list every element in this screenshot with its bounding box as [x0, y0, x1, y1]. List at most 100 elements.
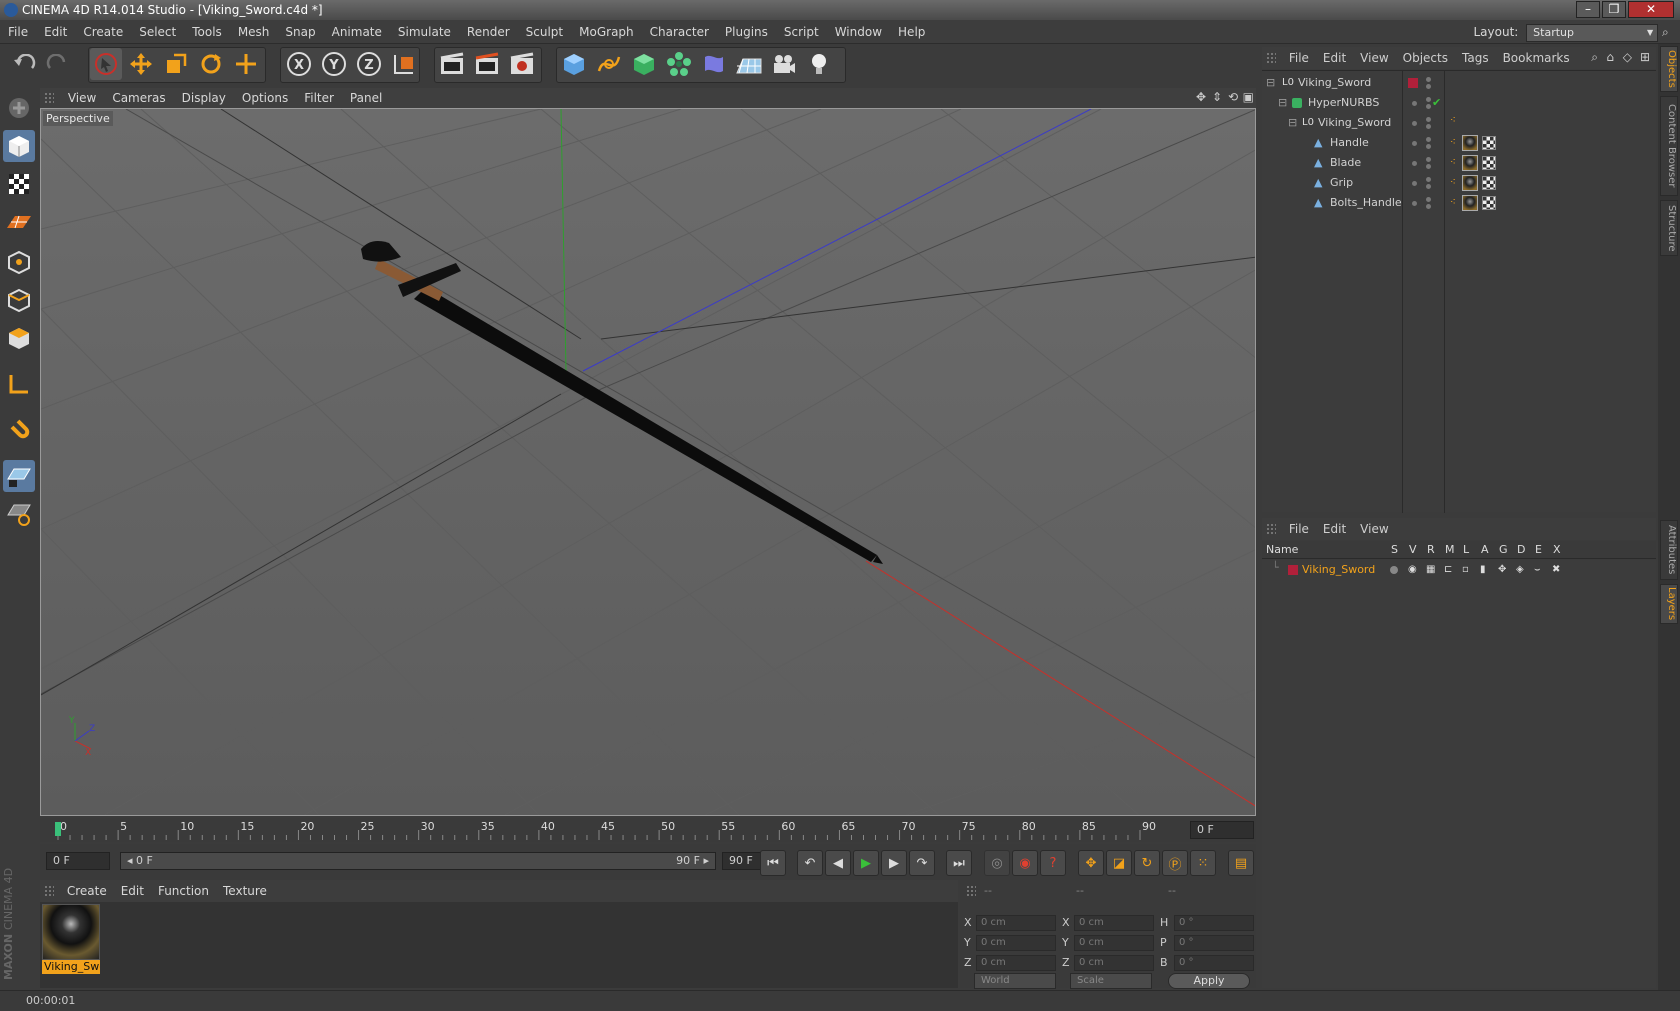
viewport-menu-options[interactable]: Options — [234, 88, 296, 108]
menu-simulate[interactable]: Simulate — [390, 20, 459, 44]
viewport-move-icon[interactable]: ✥ — [1196, 90, 1206, 104]
position-z-field[interactable]: 0 cm — [976, 955, 1056, 971]
column-visible[interactable]: V — [1409, 541, 1417, 559]
objects-menu-edit[interactable]: Edit — [1316, 47, 1353, 69]
uvw-tag-icon[interactable] — [1482, 156, 1496, 170]
layer-color-swatch[interactable] — [1408, 78, 1418, 88]
x-axis-icon[interactable]: X — [283, 48, 315, 80]
z-axis-icon[interactable]: Z — [353, 48, 385, 80]
render-visibility-dot[interactable] — [1426, 144, 1431, 149]
layer-row[interactable]: └ Viking_Sword ◉ ▦ ⊏ ▫ ▮ ✥ ◈ ⌣ ✖ — [1262, 560, 1656, 580]
render-settings-icon[interactable] — [506, 48, 538, 80]
layer-dot[interactable] — [1412, 141, 1417, 146]
generator-icon[interactable]: ✥ — [1498, 560, 1506, 580]
viewport-zoom-icon[interactable]: ⇕ — [1212, 90, 1222, 104]
rotation-p-field[interactable]: 0 ° — [1174, 935, 1254, 951]
material-menu-function[interactable]: Function — [151, 880, 216, 902]
layer-dot[interactable] — [1412, 201, 1417, 206]
menu-animate[interactable]: Animate — [324, 20, 390, 44]
column-xref[interactable]: X — [1553, 541, 1561, 559]
coordinate-space-dropdown[interactable]: World — [974, 973, 1056, 989]
tab-attributes[interactable]: Attributes — [1660, 520, 1678, 580]
collapse-icon[interactable]: ◇ — [1623, 50, 1632, 64]
tab-layers[interactable]: Layers — [1660, 584, 1678, 624]
camera-icon[interactable] — [768, 48, 800, 80]
render-visibility-dot[interactable] — [1426, 84, 1431, 89]
move-icon[interactable] — [125, 48, 157, 80]
home-icon[interactable]: ⌂ — [1606, 50, 1614, 64]
position-y-field[interactable]: 0 cm — [976, 935, 1056, 951]
material-tag-icon[interactable] — [1462, 175, 1478, 191]
column-generators[interactable]: G — [1499, 541, 1508, 559]
menu-help[interactable]: Help — [890, 20, 933, 44]
render-visibility-dot[interactable] — [1426, 164, 1431, 169]
polygons-mode-icon[interactable] — [3, 322, 35, 354]
menu-snap[interactable]: Snap — [277, 20, 323, 44]
collapse-toggle-icon[interactable]: ⊟ — [1288, 113, 1297, 133]
phong-tag-icon[interactable]: ⁖ — [1450, 137, 1460, 149]
column-deformers[interactable]: D — [1517, 541, 1525, 559]
deformer-icon[interactable] — [698, 48, 730, 80]
editor-visibility-dot[interactable] — [1426, 77, 1431, 82]
undo-icon[interactable] — [8, 48, 40, 80]
panel-grip-icon[interactable] — [1266, 523, 1276, 535]
close-button[interactable]: ✕ — [1628, 1, 1674, 18]
coordinate-system-icon[interactable] — [388, 48, 420, 80]
material-tag-icon[interactable] — [1462, 195, 1478, 211]
tree-row-hypernurbs[interactable]: ⊟ HyperNURBS ✔ — [1262, 93, 1656, 113]
panel-grip-icon[interactable] — [44, 885, 54, 897]
start-frame-field[interactable]: 0 F — [46, 852, 110, 870]
make-editable-icon[interactable] — [3, 92, 35, 124]
position-x-field[interactable]: 0 cm — [976, 915, 1056, 931]
objects-menu-view[interactable]: View — [1353, 47, 1395, 69]
workplane-icon[interactable] — [3, 206, 35, 238]
eye-icon[interactable]: ◉ — [1408, 560, 1417, 580]
lock-icon[interactable]: ▫ — [1462, 560, 1469, 580]
texture-mode-icon[interactable] — [3, 168, 35, 200]
size-z-field[interactable]: 0 cm — [1074, 955, 1154, 971]
render-clapper-icon[interactable]: ▦ — [1426, 560, 1435, 580]
spline-icon[interactable] — [593, 48, 625, 80]
menu-create[interactable]: Create — [75, 20, 131, 44]
nurbs-icon[interactable] — [628, 48, 660, 80]
goto-start-icon[interactable]: ⏮ — [760, 850, 786, 876]
new-window-icon[interactable]: ⊞ — [1640, 50, 1650, 64]
key-pla-icon[interactable]: ⁙ — [1190, 850, 1216, 876]
layout-dropdown[interactable]: Startup — [1526, 24, 1658, 42]
tree-row-handle[interactable]: ▲ Handle ⁖ — [1262, 133, 1656, 153]
record-keys-icon[interactable]: ◎ — [984, 850, 1010, 876]
phong-tag-icon[interactable]: ⁖ — [1450, 197, 1460, 209]
key-position-icon[interactable]: ✥ — [1078, 850, 1104, 876]
column-expressions[interactable]: E — [1535, 541, 1542, 559]
menu-mograph[interactable]: MoGraph — [571, 20, 642, 44]
column-animation[interactable]: A — [1481, 541, 1489, 559]
editor-visibility-dot[interactable] — [1426, 157, 1431, 162]
material-menu-edit[interactable]: Edit — [114, 880, 151, 902]
collapse-toggle-icon[interactable]: ⊟ — [1266, 73, 1275, 93]
column-solo[interactable]: S — [1391, 541, 1398, 559]
keyframe-selection-icon[interactable]: ? — [1040, 850, 1066, 876]
xref-icon[interactable]: ✖ — [1552, 560, 1560, 580]
expression-icon[interactable]: ⌣ — [1534, 560, 1541, 580]
enabled-check-icon[interactable]: ✔ — [1432, 93, 1441, 113]
playhead-marker[interactable] — [55, 822, 61, 836]
prev-key-icon[interactable]: ↶ — [797, 850, 823, 876]
menu-window[interactable]: Window — [827, 20, 890, 44]
key-parameter-icon[interactable]: Ⓟ — [1162, 850, 1188, 876]
key-scale-icon[interactable]: ◪ — [1106, 850, 1132, 876]
material-menu-create[interactable]: Create — [60, 880, 114, 902]
column-manager[interactable]: M — [1445, 541, 1455, 559]
preview-range-slider[interactable]: ◂ 0 F 90 F ▸ — [120, 852, 716, 870]
viewport-rotate-icon[interactable]: ⟲ — [1228, 90, 1238, 104]
array-icon[interactable] — [663, 48, 695, 80]
column-name[interactable]: Name — [1266, 541, 1298, 559]
goto-end-icon[interactable]: ⏭ — [946, 850, 972, 876]
manager-tree-icon[interactable]: ⊏ — [1444, 560, 1452, 580]
editor-visibility-dot[interactable] — [1426, 97, 1431, 102]
material-tag-icon[interactable] — [1462, 135, 1478, 151]
column-locked[interactable]: L — [1463, 541, 1469, 559]
material-thumbnail[interactable]: Viking_Sword — [42, 904, 100, 976]
layer-dot[interactable] — [1412, 181, 1417, 186]
objects-menu-file[interactable]: File — [1282, 47, 1316, 69]
menu-mesh[interactable]: Mesh — [230, 20, 278, 44]
